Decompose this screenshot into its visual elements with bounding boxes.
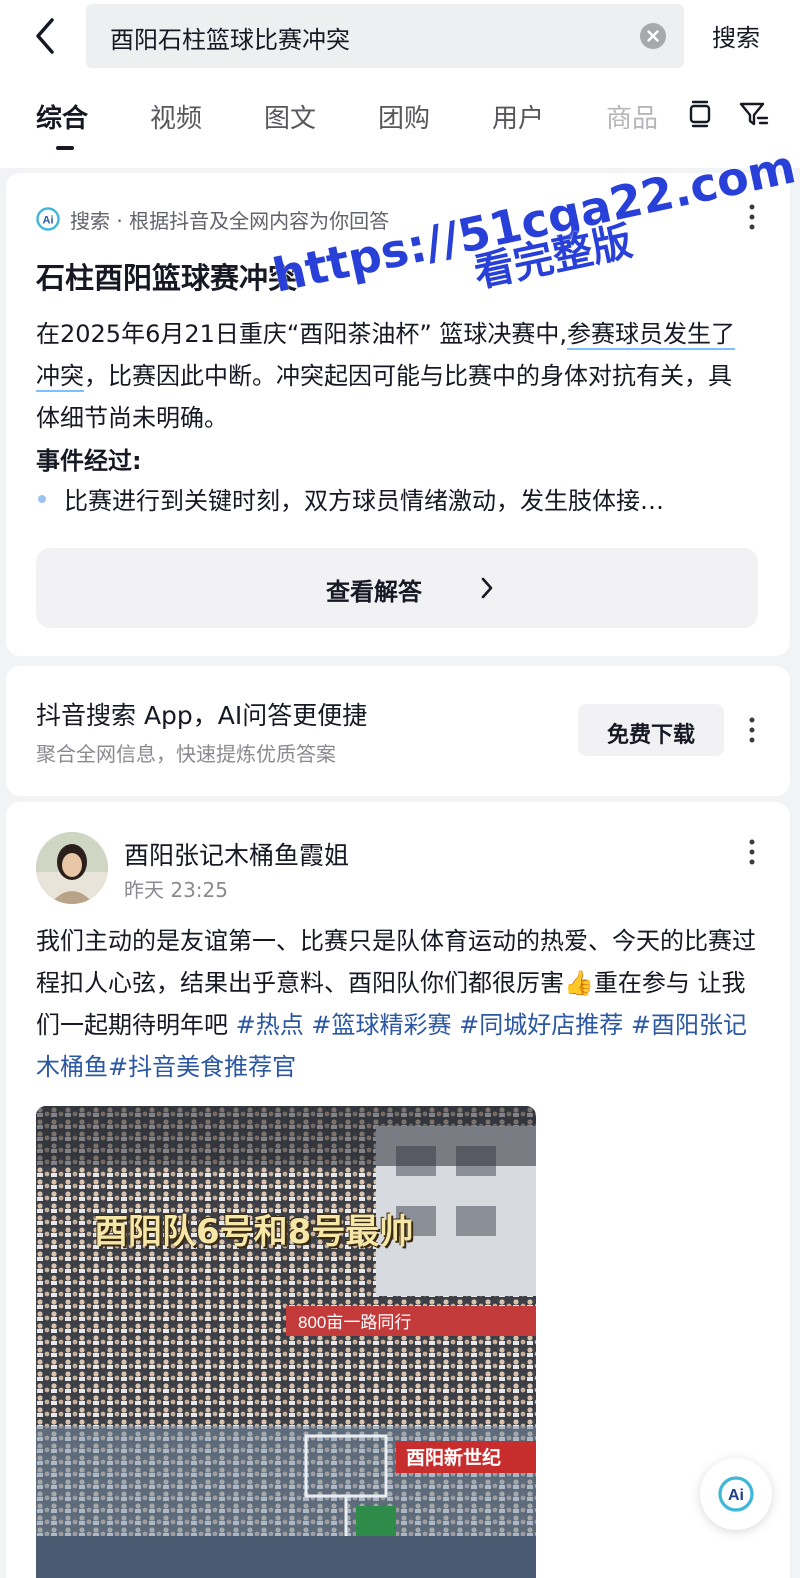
ai-section-title: 事件经过:: [36, 447, 142, 475]
free-download-button[interactable]: 免费下载: [578, 704, 724, 756]
more-options-icon[interactable]: [748, 716, 756, 744]
avatar[interactable]: [36, 832, 108, 904]
post-timestamp: 昨天 23:25: [124, 878, 228, 902]
hashtag-link[interactable]: #篮球精彩赛: [311, 1011, 451, 1039]
layout-toggle-icon[interactable]: [684, 98, 716, 130]
tab-products[interactable]: 商品: [606, 98, 658, 135]
ai-logo-text: Ai: [43, 215, 54, 227]
hashtag-link[interactable]: #热点: [236, 1011, 304, 1039]
post-card: 酉阳张记木桶鱼霞姐 昨天 23:25 我们主动的是友谊第一、比赛只是队体育运动的…: [6, 802, 790, 1578]
tab-video[interactable]: 视频: [150, 98, 202, 135]
app-promo-title: 抖音搜索 App，AI问答更便捷: [36, 701, 368, 730]
view-answer-button[interactable]: 查看解答: [36, 548, 758, 628]
thumbs-up-emoji: 👍: [564, 969, 594, 997]
post-image[interactable]: 800亩一路同行 酉阳新世纪 酉阳队6号和8号最帅: [36, 1106, 536, 1578]
hashtag-link[interactable]: #抖音美食推荐官: [108, 1053, 296, 1081]
tab-image-text[interactable]: 图文: [264, 98, 316, 135]
hashtag-link[interactable]: #同城好店推荐: [459, 1011, 623, 1039]
top-bar: 酉阳石柱篮球比赛冲突 搜索: [0, 0, 800, 72]
post-text: 我们主动的是友谊第一、比赛只是队体育运动的热爱、今天的比赛过程扣人心弦，结果出乎…: [36, 920, 756, 1088]
ai-logo-icon: Ai: [36, 207, 62, 231]
active-tab-indicator: [56, 146, 74, 150]
image-caption: 酉阳队6号和8号最帅: [94, 1212, 414, 1252]
image-banner-text-2: 酉阳新世纪: [406, 1446, 501, 1469]
back-arrow-icon[interactable]: [28, 14, 68, 58]
clear-search-icon[interactable]: [640, 23, 666, 49]
watermark: https://51cga22.com 看完整版: [268, 139, 800, 330]
filter-icon[interactable]: [738, 98, 770, 130]
image-banner-text-1: 800亩一路同行: [298, 1313, 411, 1332]
ai-answer-body: 在2025年6月21日重庆“酉阳茶油杯” 篮球决赛中,参赛球员发生了冲突，比赛因…: [36, 313, 748, 439]
search-query-text: 酉阳石柱篮球比赛冲突: [110, 26, 350, 54]
post-author-name[interactable]: 酉阳张记木桶鱼霞姐: [124, 836, 349, 872]
search-input[interactable]: 酉阳石柱篮球比赛冲突: [86, 4, 684, 68]
more-options-icon[interactable]: [748, 838, 756, 866]
tab-general[interactable]: 综合: [36, 98, 88, 135]
tab-group-buy[interactable]: 团购: [378, 98, 430, 135]
ai-body-part2: ，比赛因此中断。冲突起因可能与比赛中的身体对抗有关，具体细节尚未明确。: [36, 362, 732, 432]
app-promo-subtitle: 聚合全网信息，快速提炼优质答案: [36, 742, 336, 766]
app-promo-card: 抖音搜索 App，AI问答更便捷 聚合全网信息，快速提炼优质答案 免费下载: [6, 666, 790, 796]
floating-ai-button[interactable]: Ai: [700, 1458, 772, 1530]
ai-answer-title: 石柱酉阳篮球赛冲突: [36, 261, 298, 295]
ai-bullet-item: 比赛进行到关键时刻，双方球员情绪激动，发生肢体接…: [64, 487, 664, 515]
chevron-right-icon: [480, 576, 494, 600]
view-answer-label: 查看解答: [326, 578, 422, 606]
bullet-dot: [38, 495, 46, 503]
free-download-label: 免费下载: [606, 723, 695, 748]
tab-users[interactable]: 用户: [492, 98, 544, 135]
floating-ai-label: Ai: [728, 1487, 744, 1504]
search-button[interactable]: 搜索: [712, 18, 760, 53]
